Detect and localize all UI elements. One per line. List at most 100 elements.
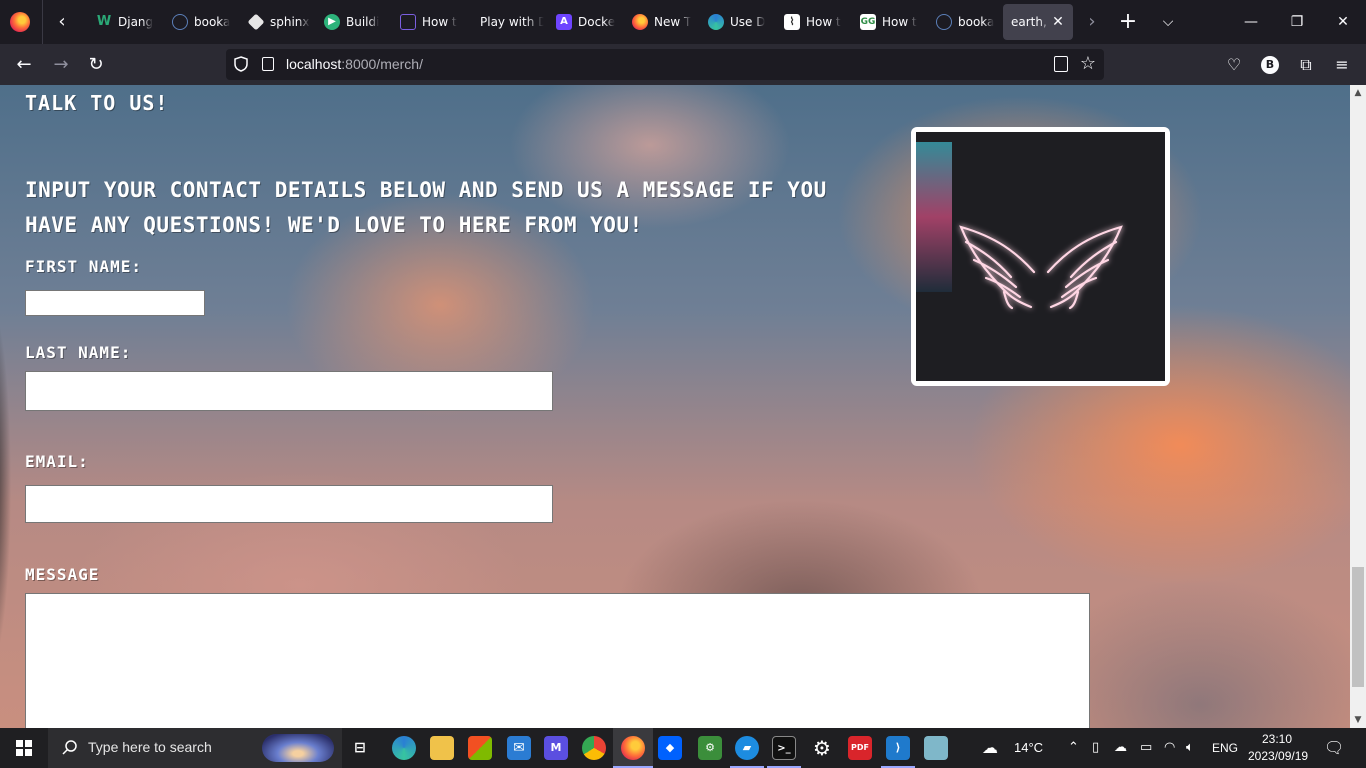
neon-wings-photo xyxy=(916,132,1165,381)
neon-wings-icon xyxy=(959,225,1123,310)
vscode-icon[interactable]: ⟩ xyxy=(886,736,910,760)
tracking-protection-shield-icon[interactable] xyxy=(234,56,248,72)
last-name-label: LAST NAME: xyxy=(25,343,132,362)
docker-taskbar-icon[interactable]: ▰ xyxy=(735,736,759,760)
hamburger-menu-icon[interactable]: ≡ xyxy=(1329,52,1355,78)
dropbox-icon[interactable]: ◆ xyxy=(658,736,682,760)
first-name-label: FIRST NAME: xyxy=(25,257,142,276)
tab-building[interactable]: ▶ Buildi xyxy=(316,4,388,40)
reader-view-icon[interactable] xyxy=(1054,56,1068,72)
terminal-icon[interactable]: >_ xyxy=(772,736,796,760)
globe-favicon-icon xyxy=(172,14,188,30)
scroll-up-arrow-icon[interactable]: ▲ xyxy=(1350,85,1366,101)
first-name-input[interactable] xyxy=(25,290,205,316)
tab-how-to-3[interactable]: GG How t xyxy=(852,4,924,40)
tab-booka-2[interactable]: booka xyxy=(928,4,1000,40)
firefox-taskbar-icon[interactable] xyxy=(621,736,645,760)
input-language-indicator[interactable]: ENG xyxy=(1212,741,1238,755)
docker-favicon-icon: A xyxy=(556,14,572,30)
chrome-icon[interactable] xyxy=(582,736,606,760)
page-heading: TALK TO US! xyxy=(25,91,169,115)
tab-docker[interactable]: A Docke xyxy=(548,4,620,40)
message-textarea[interactable] xyxy=(25,593,1090,728)
play-favicon-icon: ▶ xyxy=(324,14,340,30)
forward-arrow-icon[interactable]: → xyxy=(48,52,74,78)
page-info-icon[interactable] xyxy=(262,57,274,71)
reload-icon[interactable]: ↻ xyxy=(83,52,109,78)
mail-icon[interactable]: ✉ xyxy=(507,736,531,760)
edge-taskbar-icon[interactable] xyxy=(392,736,416,760)
tab-sphinx[interactable]: sphinx xyxy=(240,4,312,40)
onedrive-cloud-icon[interactable]: ☁ xyxy=(1114,740,1127,756)
tab-close-icon[interactable]: ✕ xyxy=(1049,13,1067,31)
tab-play-with-docker[interactable]: Play with D xyxy=(468,4,548,40)
page-content: TALK TO US! INPUT YOUR CONTACT DETAILS B… xyxy=(0,85,1350,728)
tab-new-tab[interactable]: New T xyxy=(624,4,696,40)
last-name-input[interactable] xyxy=(25,371,553,411)
firefox-favicon-icon xyxy=(632,14,648,30)
neon-wings-photo-frame xyxy=(911,127,1170,386)
address-bar[interactable]: localhost:8000/merch/ ☆ xyxy=(226,49,1104,80)
pdf-app-icon[interactable]: PDF xyxy=(848,736,872,760)
pocket-icon[interactable]: ♡ xyxy=(1221,52,1247,78)
edge-favicon-icon xyxy=(708,14,724,30)
microsoft-store-icon[interactable] xyxy=(468,736,492,760)
tab-how-to-2[interactable]: ⌇ How t xyxy=(776,4,848,40)
django-favicon-icon: W xyxy=(96,14,112,29)
windows-start-icon[interactable] xyxy=(0,728,48,768)
notes-app-icon[interactable] xyxy=(924,736,948,760)
bookmark-star-icon[interactable]: ☆ xyxy=(1080,53,1096,75)
taskbar-search-box[interactable]: Type here to search xyxy=(48,728,342,768)
tabs-scroll-left-icon[interactable]: ‹ xyxy=(50,10,74,34)
search-icon xyxy=(62,740,77,755)
extensions-puzzle-icon[interactable]: ⧉ xyxy=(1293,52,1319,78)
sphinx-favicon-icon xyxy=(247,13,265,31)
url-text[interactable]: localhost:8000/merch/ xyxy=(286,56,423,72)
scroll-down-arrow-icon[interactable]: ▼ xyxy=(1350,712,1366,728)
volume-speaker-icon[interactable]: 🔈︎ xyxy=(1186,740,1194,756)
new-tab-plus-icon[interactable]: + xyxy=(1116,10,1140,34)
back-arrow-icon[interactable]: ← xyxy=(11,52,37,78)
battery-icon[interactable]: ▭ xyxy=(1140,740,1152,756)
email-label: EMAIL: xyxy=(25,452,89,471)
tab-how-to-1[interactable]: How t xyxy=(392,4,464,40)
search-placeholder: Type here to search xyxy=(88,739,212,755)
settings-gear-icon[interactable]: ⚙ xyxy=(810,736,834,760)
tab-divider xyxy=(42,0,43,44)
restore-window-icon[interactable]: ❐ xyxy=(1274,0,1320,44)
close-window-icon[interactable]: ✕ xyxy=(1320,0,1366,44)
weather-cloud-icon[interactable]: ☁ xyxy=(982,740,998,756)
weather-temperature[interactable]: 14°C xyxy=(1014,740,1043,755)
page-scrollbar[interactable]: ▲ ▼ xyxy=(1350,85,1366,728)
meet-now-icon[interactable]: ▯ xyxy=(1092,740,1099,756)
gfg-favicon-icon: GG xyxy=(860,14,876,30)
clock-date[interactable]: 2023/09/19 xyxy=(1248,749,1308,763)
wifi-icon[interactable]: ◠ xyxy=(1164,740,1175,756)
profile-avatar[interactable]: B xyxy=(1261,56,1279,74)
doc-favicon-icon xyxy=(400,14,416,30)
android-app-icon[interactable]: ⚙ xyxy=(698,736,722,760)
message-label: MESSAGE xyxy=(25,565,100,584)
task-view-icon[interactable]: ⊟ xyxy=(348,736,372,760)
blank-favicon-icon xyxy=(476,14,478,30)
tab-earth-active[interactable]: earth, w ✕ xyxy=(1003,4,1073,40)
globe-favicon-icon xyxy=(936,14,952,30)
show-hidden-icons-chevron-icon[interactable]: ⌃ xyxy=(1068,740,1079,756)
windows-taskbar: Type here to search ⊟ ✉ M ◆ ⚙ ▰ >_ ⚙ PDF… xyxy=(0,728,1366,768)
app-m-icon[interactable]: M xyxy=(544,736,568,760)
scrollbar-thumb[interactable] xyxy=(1352,567,1364,687)
tab-booka-1[interactable]: booka xyxy=(164,4,236,40)
notification-center-icon[interactable]: 🗨︎ xyxy=(1324,740,1344,756)
clock-time[interactable]: 23:10 xyxy=(1262,732,1292,746)
tab-django[interactable]: W Djang xyxy=(88,4,160,40)
search-highlight-image[interactable] xyxy=(262,734,334,762)
tabs-scroll-right-icon[interactable]: › xyxy=(1080,10,1104,34)
tab-strip: ‹ W Djang booka sphinx ▶ Buildi How t Pl… xyxy=(0,0,1366,44)
firefox-menu-icon[interactable] xyxy=(10,12,30,32)
contact-intro-text: INPUT YOUR CONTACT DETAILS BELOW AND SEN… xyxy=(25,178,827,237)
list-all-tabs-chevron-icon[interactable]: ⌵ xyxy=(1156,10,1180,34)
email-input[interactable] xyxy=(25,485,553,523)
tab-use-d[interactable]: Use D xyxy=(700,4,772,40)
file-explorer-icon[interactable] xyxy=(430,736,454,760)
minimize-window-icon[interactable]: — xyxy=(1228,0,1274,44)
